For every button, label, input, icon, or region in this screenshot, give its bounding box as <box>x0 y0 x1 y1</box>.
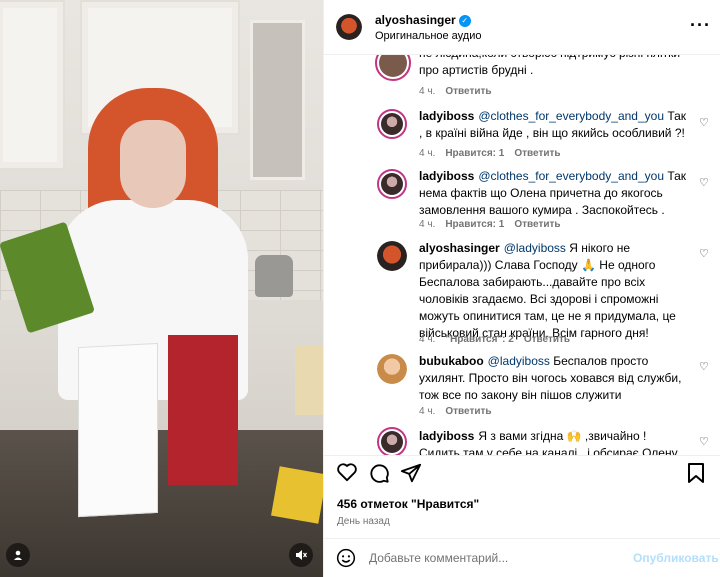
like-comment-heart-icon[interactable]: ♡ <box>699 116 709 129</box>
comment-meta: 4 ч. Нравится: 1 Ответить <box>419 219 571 230</box>
comment-username[interactable]: alyoshasinger <box>419 241 500 255</box>
comment-username[interactable]: ladyiboss <box>419 109 474 123</box>
commenter-avatar[interactable] <box>377 427 407 455</box>
publish-button[interactable]: Опубликовать <box>633 551 719 565</box>
comment-age: 4 ч. <box>419 148 436 159</box>
post-actions: 456 отметок "Нравится" День назад <box>324 455 720 545</box>
reply-button[interactable]: Ответить <box>524 334 570 345</box>
comment-mention[interactable]: @clothes_for_everybody_and_you <box>478 109 664 123</box>
comment-text: не людина,коли створює підтримує різні п… <box>419 55 680 77</box>
reply-button[interactable]: Ответить <box>445 406 491 417</box>
comment-username[interactable]: ladyiboss <box>419 429 474 443</box>
comment-mention[interactable]: @ladyiboss <box>488 354 550 368</box>
person-face <box>120 120 186 208</box>
commenter-avatar[interactable] <box>377 109 407 139</box>
comment-text: ladyiboss Я з вами згідна 🙌 ,звичайно ! С… <box>419 428 687 455</box>
save-bookmark-icon[interactable] <box>687 462 705 490</box>
comment-input[interactable]: Добавьте комментарий... <box>369 551 508 565</box>
commenter-avatar[interactable] <box>377 354 407 384</box>
commenter-avatar[interactable] <box>375 55 411 81</box>
post-media[interactable] <box>0 0 323 577</box>
reply-button[interactable]: Ответить <box>514 148 560 159</box>
like-heart-icon[interactable] <box>336 462 358 488</box>
comment-meta: 4 ч. Ответить <box>419 406 502 417</box>
comment-meta: 4 ч. Нравится: 1 Ответить <box>419 148 571 159</box>
add-comment-bar: Добавьте комментарий... Опубликовать <box>324 538 720 577</box>
user-tag-icon[interactable] <box>6 543 30 567</box>
mute-icon[interactable] <box>289 543 313 567</box>
share-paper-plane-icon[interactable] <box>400 462 422 490</box>
post-header: alyoshasinger ✓ Оригинальное аудио ··· <box>324 0 720 55</box>
more-options-icon[interactable]: ··· <box>690 15 711 36</box>
comment-likes[interactable]: Нравится: 1 <box>445 148 504 159</box>
like-comment-heart-icon[interactable]: ♡ <box>699 435 709 448</box>
comment-mention[interactable]: @clothes_for_everybody_and_you <box>478 169 664 183</box>
comment-age: 4 ч. <box>419 406 436 417</box>
audio-label[interactable]: Оригинальное аудио <box>375 30 482 42</box>
emoji-icon[interactable] <box>336 548 356 571</box>
product-package <box>295 345 323 415</box>
comment-mention[interactable]: @ladyiboss <box>504 241 566 255</box>
comment-meta: 4 ч. "Нравится": 2 Ответить <box>419 334 580 345</box>
comment-age: 4 ч. <box>419 86 436 97</box>
author-username[interactable]: alyoshasinger <box>375 13 456 27</box>
white-gift-bag <box>78 342 158 518</box>
comment-text: bubukaboo @ladyiboss Беспалов просто ухил… <box>419 353 687 404</box>
comment-username[interactable]: ladyiboss <box>419 169 474 183</box>
comment-bubble-icon[interactable] <box>368 462 390 490</box>
comment-likes[interactable]: Нравится: 1 <box>445 219 504 230</box>
comment-text: ladyiboss @clothes_for_everybody_and_you … <box>419 168 687 219</box>
comment-username[interactable]: bubukaboo <box>419 354 484 368</box>
comment-likes[interactable]: "Нравится": 2 <box>445 334 514 345</box>
post-panel: alyoshasinger✓ Оригинальное аудио ··· не… <box>323 0 720 577</box>
reply-button[interactable]: Ответить <box>514 219 560 230</box>
kitchen-cabinet <box>0 0 65 170</box>
commenter-avatar[interactable] <box>377 169 407 199</box>
red-gift-bag <box>168 335 238 485</box>
like-comment-heart-icon[interactable]: ♡ <box>699 247 709 260</box>
comment-text: alyoshasinger @ladyiboss Я нікого не приб… <box>419 240 687 342</box>
comment-age: 4 ч. <box>419 219 436 230</box>
comments-list[interactable]: не людина,коли створює підтримує різні п… <box>324 55 720 455</box>
commenter-avatar[interactable] <box>377 241 407 271</box>
yellow-snack-pack <box>271 466 323 524</box>
post-date[interactable]: День назад <box>337 516 390 527</box>
like-comment-heart-icon[interactable]: ♡ <box>699 360 709 373</box>
comment-meta: 4 ч. Ответить <box>419 86 502 97</box>
comment-body: Я нікого не прибирала))) Слава Господу 🙏… <box>419 241 676 340</box>
likes-count[interactable]: 456 отметок "Нравится" <box>337 497 479 511</box>
kitchen-window <box>250 20 305 180</box>
comment-age: 4 ч. <box>419 334 436 345</box>
kettle <box>255 255 293 297</box>
like-comment-heart-icon[interactable]: ♡ <box>699 176 709 189</box>
verified-badge-icon: ✓ <box>458 14 471 27</box>
comment-text: ladyiboss @clothes_for_everybody_and_you … <box>419 108 687 142</box>
reply-button[interactable]: Ответить <box>445 86 491 97</box>
author-avatar[interactable] <box>336 14 362 40</box>
